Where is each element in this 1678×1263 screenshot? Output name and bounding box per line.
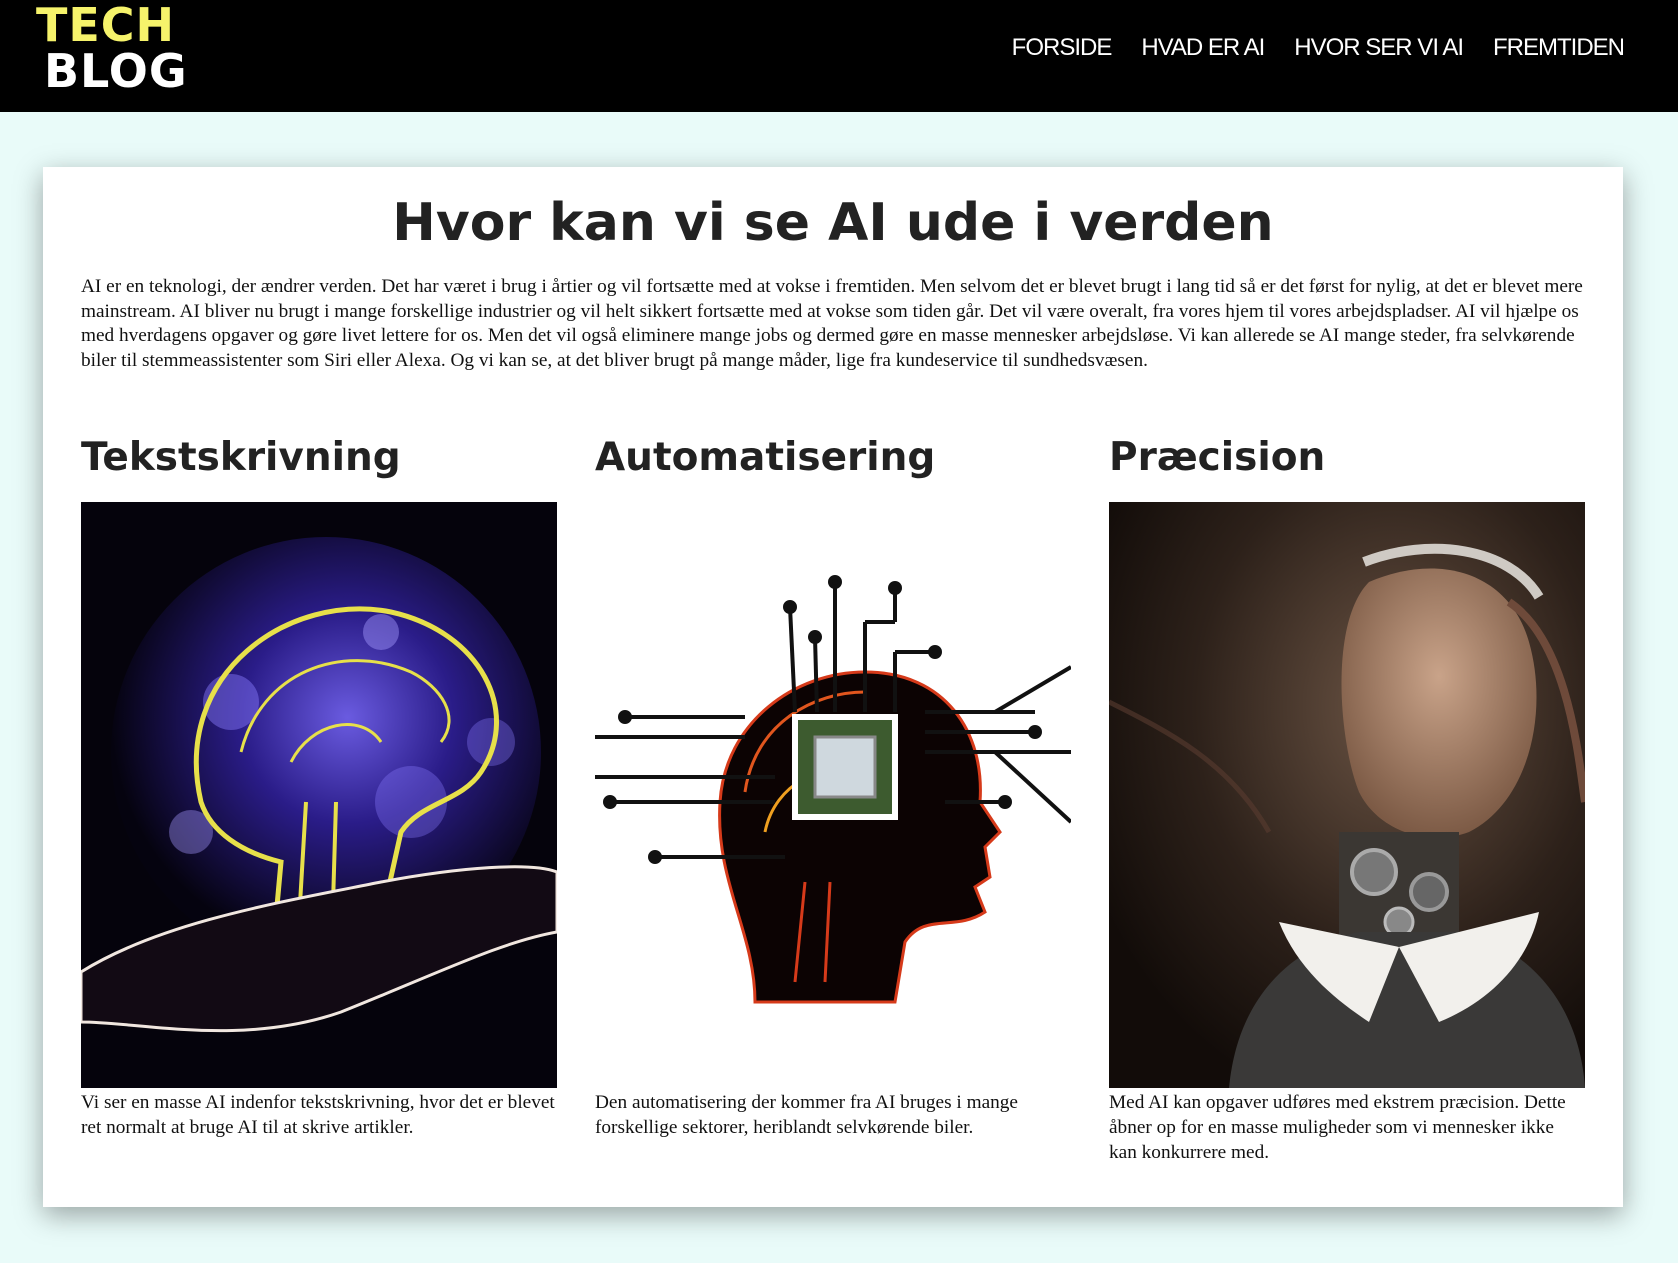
nav-link-hvad-er-ai[interactable]: HVAD ER AI [1141,34,1265,62]
site-logo[interactable]: TECH BLOG [36,2,188,94]
chip-head-image [595,502,1071,1088]
section-text: Vi ser en masse AI indenfor tekstskrivni… [81,1092,555,1138]
logo-line-blog: BLOG [44,44,188,98]
section-text: Med AI kan opgaver udføres med ekstrem p… [1109,1092,1566,1163]
logo-line-tech: TECH [36,0,176,52]
section-heading: Tekstskrivning [81,435,401,480]
nav-link-forside[interactable]: FORSIDE [1012,34,1113,62]
section-text: Den automatisering der kommer fra AI bru… [595,1092,1018,1138]
android-woman-image [1109,502,1585,1088]
content-card: Hvor kan vi se AI ude i verden AI er en … [43,167,1623,1207]
intro-paragraph: AI er en teknologi, der ændrer verden. D… [81,276,1583,371]
nav-link-hvor-ser-vi-ai[interactable]: HVOR SER VI AI [1294,34,1464,62]
section-heading: Præcision [1109,435,1326,480]
brain-hand-image [81,502,557,1088]
top-navbar: TECH BLOG FORSIDE HVAD ER AI HVOR SER VI… [0,0,1678,112]
nav-link-fremtiden[interactable]: FREMTIDEN [1493,34,1625,62]
page-title: Hvor kan vi se AI ude i verden [392,193,1274,253]
section-heading: Automatisering [595,435,936,480]
main-nav: FORSIDE HVAD ER AI HVOR SER VI AI FREMTI… [1012,34,1625,62]
